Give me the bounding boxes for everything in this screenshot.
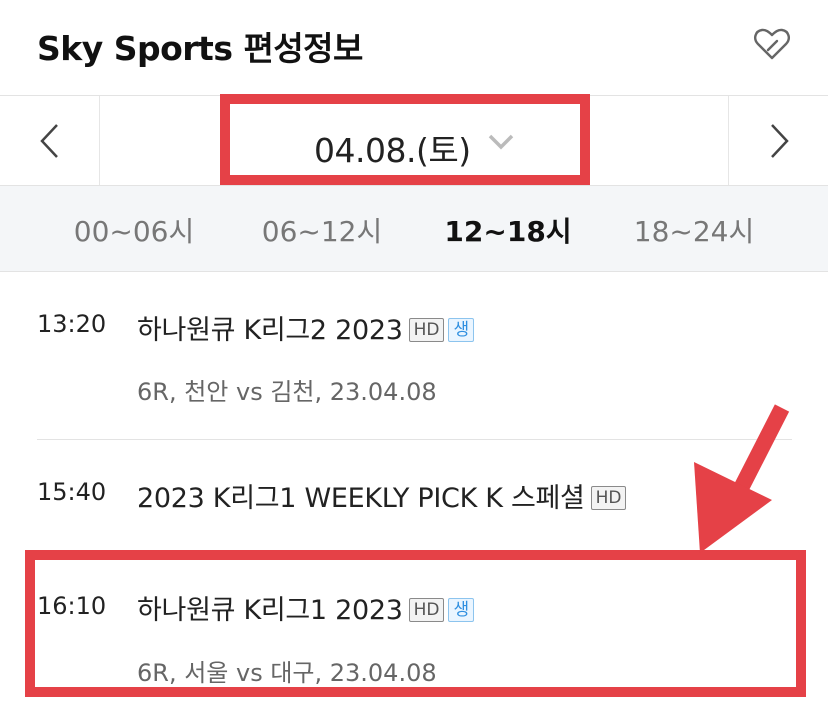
- tab-00-06[interactable]: 00~06시: [44, 210, 224, 250]
- program-time: 13:20: [37, 310, 107, 338]
- program-title-text: 하나원큐 K리그2 2023: [137, 315, 403, 346]
- page-header: Sky Sports 편성정보: [0, 0, 828, 95]
- next-date-button[interactable]: [728, 96, 828, 185]
- tab-12-18[interactable]: 12~18시: [418, 210, 598, 250]
- program-description: 6R, 천안 vs 김천, 23.04.08: [137, 378, 437, 406]
- chevron-left-icon: [40, 124, 58, 158]
- program-item[interactable]: 15:40 2023 K리그1 WEEKLY PICK K 스페셜 HD: [0, 440, 828, 550]
- program-title: 하나원큐 K리그2 2023 HD 생: [137, 308, 475, 347]
- program-highlight-box: [25, 550, 806, 697]
- hd-badge: HD: [590, 486, 627, 510]
- program-title: 2023 K리그1 WEEKLY PICK K 스페셜 HD: [137, 476, 627, 515]
- page-title: Sky Sports 편성정보: [37, 29, 363, 68]
- tab-06-12[interactable]: 06~12시: [232, 210, 412, 250]
- date-highlight-box: [220, 94, 590, 185]
- program-item[interactable]: 13:20 하나원큐 K리그2 2023 HD 생 6R, 천안 vs 김천, 23…: [0, 272, 828, 440]
- live-badge: 생: [448, 318, 475, 342]
- program-time: 15:40: [37, 478, 107, 506]
- chevron-right-icon: [771, 124, 789, 158]
- prev-date-button[interactable]: [0, 96, 100, 185]
- heart-icon[interactable]: [752, 24, 792, 64]
- tab-18-24[interactable]: 18~24시: [604, 210, 784, 250]
- hd-badge: HD: [408, 318, 445, 342]
- program-title-text: 2023 K리그1 WEEKLY PICK K 스페셜: [137, 483, 585, 514]
- time-tabs: 00~06시 06~12시 12~18시 18~24시: [0, 186, 828, 272]
